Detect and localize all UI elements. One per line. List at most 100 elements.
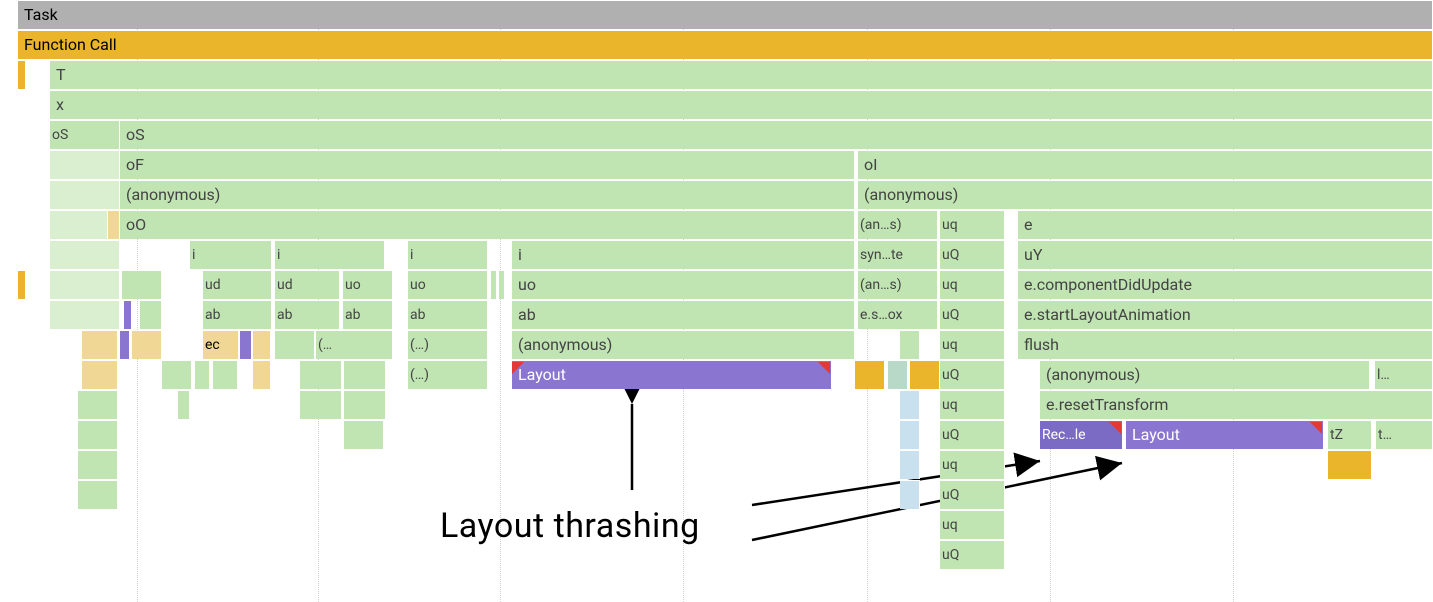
flame-entry[interactable]: i — [275, 240, 385, 269]
flame-entry[interactable]: ec — [203, 330, 239, 359]
flame-entry[interactable]: tZ — [1328, 420, 1372, 449]
flame-entry[interactable]: (anonymous) — [858, 180, 1433, 209]
flame-entry[interactable]: i — [190, 240, 272, 269]
flame-entry[interactable] — [78, 480, 118, 509]
flame-entry[interactable] — [900, 390, 920, 419]
flame-entry[interactable]: (anonymous) — [120, 180, 855, 209]
flame-entry[interactable] — [132, 330, 162, 359]
flame-entry[interactable]: e.startLayoutAnimation — [1018, 300, 1433, 329]
flame-entry[interactable]: oO — [120, 210, 855, 239]
flame-entry[interactable]: uQ — [940, 480, 1005, 509]
flame-entry[interactable]: e.s…ox — [858, 300, 938, 329]
flame-entry[interactable] — [78, 420, 118, 449]
flame-entry[interactable]: Layout — [512, 360, 832, 389]
flame-entry[interactable] — [253, 360, 271, 389]
flame-entry[interactable]: uq — [940, 210, 1005, 239]
flame-entry[interactable] — [50, 180, 120, 209]
flame-entry[interactable] — [178, 390, 190, 419]
flame-entry[interactable]: uq — [940, 390, 1005, 419]
flame-entry[interactable] — [275, 330, 315, 359]
flame-entry[interactable] — [910, 360, 940, 389]
flame-entry[interactable]: ab — [408, 300, 488, 329]
flame-entry[interactable]: uQ — [940, 540, 1005, 569]
flame-entry[interactable]: Layout — [1126, 420, 1324, 449]
flame-entry[interactable]: oS — [120, 120, 1433, 149]
flame-entry[interactable]: uq — [940, 330, 1005, 359]
flame-entry[interactable] — [1328, 450, 1372, 479]
flame-entry[interactable] — [900, 480, 920, 509]
flame-entry[interactable]: uq — [940, 510, 1005, 539]
flame-entry[interactable]: x — [50, 90, 1433, 119]
flame-entry[interactable]: e.componentDidUpdate — [1018, 270, 1433, 299]
flame-entry[interactable] — [50, 270, 120, 299]
flame-entry[interactable] — [240, 330, 252, 359]
flame-entry[interactable]: Task — [18, 0, 1433, 29]
flame-entry[interactable]: uo — [408, 270, 488, 299]
flame-entry[interactable] — [108, 210, 120, 239]
flame-entry[interactable] — [253, 330, 271, 359]
flame-entry[interactable]: uQ — [940, 240, 1005, 269]
flame-entry[interactable] — [124, 300, 132, 329]
flame-entry[interactable]: (…) — [408, 330, 488, 359]
flame-entry[interactable]: ab — [275, 300, 340, 329]
flame-entry[interactable]: (anonymous) — [1040, 360, 1370, 389]
flame-entry[interactable]: uQ — [940, 300, 1005, 329]
flame-entry[interactable]: (an…s) — [858, 270, 938, 299]
flame-entry[interactable]: uq — [940, 450, 1005, 479]
flame-entry[interactable] — [78, 450, 118, 479]
flame-entry[interactable]: (an…s) — [858, 210, 938, 239]
flame-entry[interactable]: oF — [120, 150, 855, 179]
flame-entry[interactable] — [900, 450, 920, 479]
flame-entry[interactable]: uo — [343, 270, 393, 299]
flame-entry[interactable] — [900, 330, 920, 359]
flame-entry[interactable]: ud — [275, 270, 340, 299]
flame-entry[interactable] — [18, 270, 26, 299]
flame-entry[interactable] — [491, 270, 497, 299]
flame-entry[interactable]: e.resetTransform — [1040, 390, 1433, 419]
flame-entry[interactable]: uY — [1018, 240, 1433, 269]
flame-entry[interactable]: Function Call — [18, 30, 1433, 59]
flame-entry[interactable]: i — [512, 240, 855, 269]
flame-entry[interactable]: oS — [50, 120, 120, 149]
flame-entry[interactable]: uq — [940, 270, 1005, 299]
flame-entry[interactable]: t… — [1376, 420, 1433, 449]
flame-entry[interactable] — [162, 360, 192, 389]
flame-entry[interactable]: T — [50, 60, 1433, 89]
flame-chart[interactable]: Layout thrashing TaskFunction CallTxoSoS… — [0, 0, 1433, 602]
flame-entry[interactable] — [888, 360, 908, 389]
flame-entry[interactable] — [82, 360, 118, 389]
flame-entry[interactable] — [900, 420, 920, 449]
flame-entry[interactable] — [140, 300, 162, 329]
flame-entry[interactable] — [195, 360, 210, 389]
flame-entry[interactable]: ab — [203, 300, 272, 329]
flame-entry[interactable]: e — [1018, 210, 1433, 239]
flame-entry[interactable] — [50, 210, 108, 239]
flame-entry[interactable]: ab — [343, 300, 393, 329]
flame-entry[interactable] — [344, 390, 386, 419]
flame-entry[interactable]: i — [408, 240, 488, 269]
flame-entry[interactable] — [78, 390, 118, 419]
flame-entry[interactable] — [344, 360, 386, 389]
flame-entry[interactable]: ab — [512, 300, 855, 329]
flame-entry[interactable] — [300, 390, 342, 419]
flame-entry[interactable] — [120, 330, 130, 359]
flame-entry[interactable]: ud — [203, 270, 272, 299]
flame-entry[interactable] — [855, 360, 885, 389]
flame-entry[interactable] — [213, 360, 238, 389]
flame-entry[interactable]: oI — [858, 150, 1433, 179]
flame-entry[interactable] — [344, 420, 384, 449]
flame-entry[interactable]: flush — [1018, 330, 1433, 359]
flame-entry[interactable]: (…) — [408, 360, 488, 389]
flame-entry[interactable]: uo — [512, 270, 855, 299]
flame-entry[interactable] — [300, 360, 342, 389]
flame-entry[interactable] — [18, 60, 26, 89]
flame-entry[interactable]: (anonymous) — [512, 330, 855, 359]
flame-entry[interactable] — [82, 330, 118, 359]
flame-entry[interactable] — [499, 270, 505, 299]
flame-entry[interactable]: (… — [316, 330, 393, 359]
flame-entry[interactable]: l… — [1375, 360, 1433, 389]
flame-entry[interactable] — [50, 150, 120, 179]
flame-entry[interactable]: uQ — [940, 420, 1005, 449]
flame-entry[interactable]: syn…te — [858, 240, 938, 269]
flame-entry[interactable] — [50, 240, 120, 269]
